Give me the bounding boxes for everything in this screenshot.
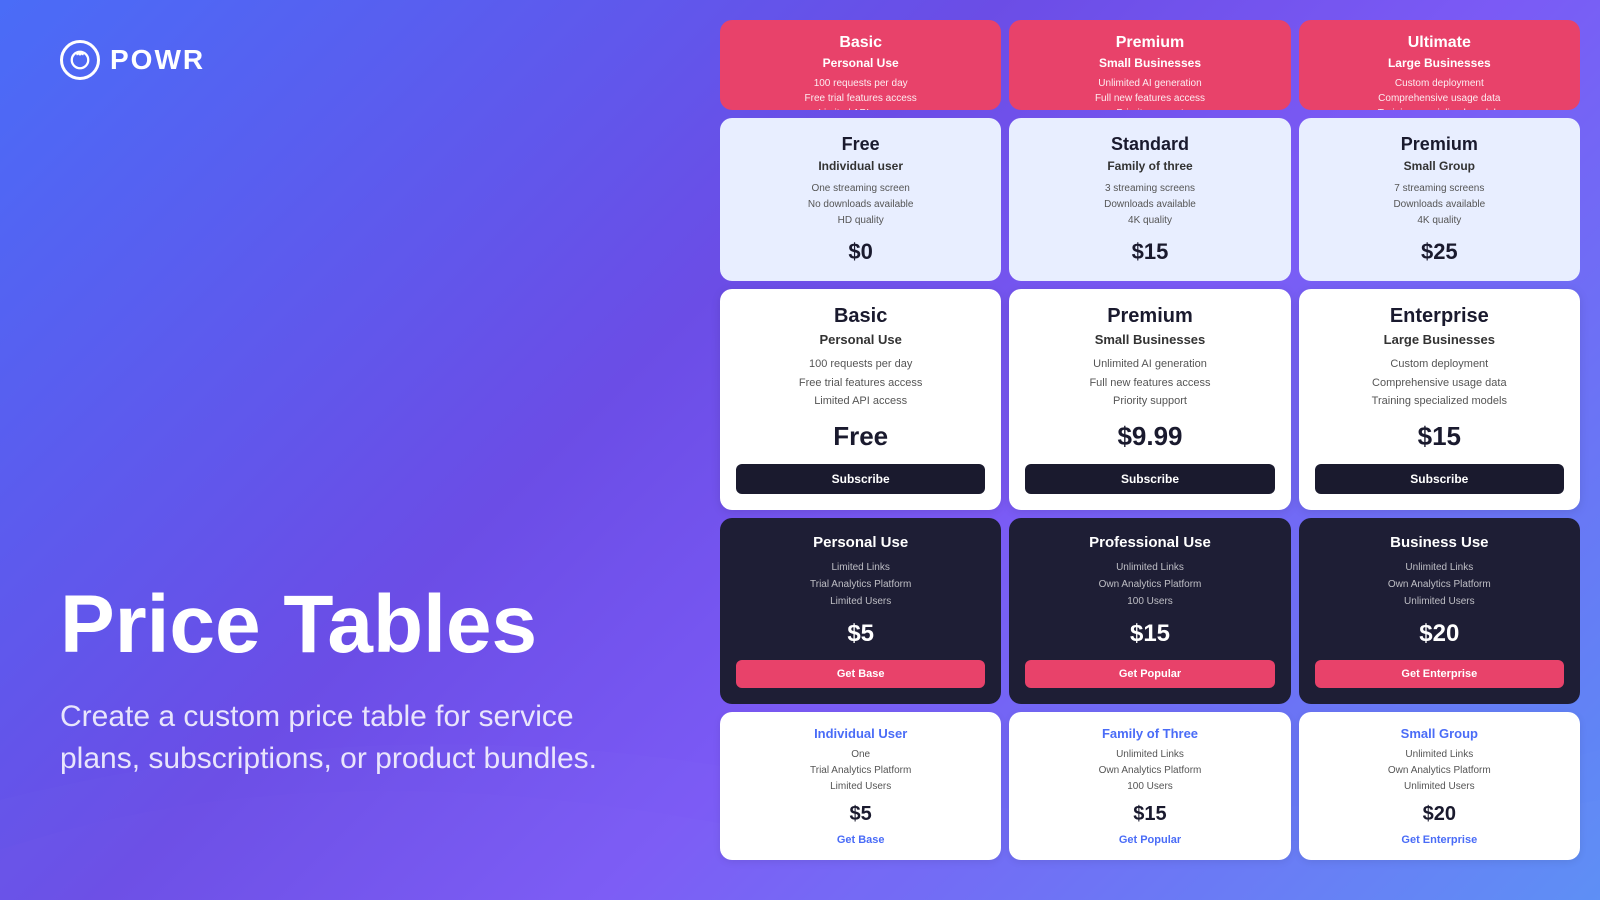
row-5-bottom: Individual User OneTrial Analytics Platf… xyxy=(720,712,1580,860)
card-ultimate-pink: Ultimate Large Businesses Custom deploym… xyxy=(1299,20,1580,110)
subscribe-premium-button[interactable]: Subscribe xyxy=(1025,464,1274,494)
logo: POWR xyxy=(60,40,740,80)
plan-name-basic-pink: Basic xyxy=(734,34,987,52)
plan-name-premium-light: Premium xyxy=(1315,134,1564,155)
plan-type-premium-light: Small Group xyxy=(1315,159,1564,173)
plan-features-premium-pink: Unlimited AI generationFull new features… xyxy=(1023,76,1276,110)
plan-price-free: $0 xyxy=(736,239,985,265)
right-panel: Basic Personal Use 100 requests per dayF… xyxy=(700,0,1600,900)
get-popular-button[interactable]: Get Popular xyxy=(1025,660,1274,688)
plan-type-standard: Family of three xyxy=(1025,159,1274,173)
row-1-pink: Basic Personal Use 100 requests per dayF… xyxy=(720,20,1580,110)
subscribe-basic-button[interactable]: Subscribe xyxy=(736,464,985,494)
plan-features-free: One streaming screenNo downloads availab… xyxy=(736,181,985,229)
row-3-white: Basic Personal Use 100 requests per dayF… xyxy=(720,289,1580,510)
plan-name-free: Free xyxy=(736,134,985,155)
card-premium-pink: Premium Small Businesses Unlimited AI ge… xyxy=(1009,20,1290,110)
plan-price-premium-white: $9.99 xyxy=(1025,421,1274,452)
get-enterprise-button[interactable]: Get Enterprise xyxy=(1315,660,1564,688)
card-premium-white: Premium Small Businesses Unlimited AI ge… xyxy=(1009,289,1290,510)
plan-name-basic-white: Basic xyxy=(736,305,985,328)
plan-features-standard: 3 streaming screensDownloads available4K… xyxy=(1025,181,1274,229)
card-smallgroup-bottom: Small Group Unlimited LinksOwn Analytics… xyxy=(1299,712,1580,860)
card-premium-light: Premium Small Group 7 streaming screensD… xyxy=(1299,118,1580,281)
plan-type-ultimate-pink: Large Businesses xyxy=(1313,56,1566,70)
plan-name-family-bottom: Family of Three xyxy=(1023,726,1276,741)
plan-features-smallgroup-bottom: Unlimited LinksOwn Analytics PlatformUnl… xyxy=(1313,747,1566,795)
plan-type-basic-white: Personal Use xyxy=(736,332,985,347)
left-panel: POWR Price Tables Create a custom price … xyxy=(0,0,800,900)
card-family-bottom: Family of Three Unlimited LinksOwn Analy… xyxy=(1009,712,1290,860)
hero-content: Price Tables Create a custom price table… xyxy=(60,584,740,860)
card-professional-dark: Professional Use Unlimited LinksOwn Anal… xyxy=(1009,518,1290,704)
plan-features-basic-pink: 100 requests per dayFree trial features … xyxy=(734,76,987,110)
plan-features-personal-dark: Limited LinksTrial Analytics PlatformLim… xyxy=(736,559,985,610)
plan-price-family-bottom: $15 xyxy=(1023,803,1276,826)
plan-price-premium-light: $25 xyxy=(1315,239,1564,265)
row-4-dark: Personal Use Limited LinksTrial Analytic… xyxy=(720,518,1580,704)
plan-name-smallgroup-bottom: Small Group xyxy=(1313,726,1566,741)
plan-features-premium-white: Unlimited AI generationFull new features… xyxy=(1025,355,1274,411)
plan-name-standard: Standard xyxy=(1025,134,1274,155)
logo-text: POWR xyxy=(110,44,205,76)
card-business-dark: Business Use Unlimited LinksOwn Analytic… xyxy=(1299,518,1580,704)
plan-name-ultimate-pink: Ultimate xyxy=(1313,34,1566,52)
plan-type-free: Individual user xyxy=(736,159,985,173)
plan-type-premium-white: Small Businesses xyxy=(1025,332,1274,347)
plan-features-premium-light: 7 streaming screensDownloads available4K… xyxy=(1315,181,1564,229)
plan-features-individual-bottom: OneTrial Analytics PlatformLimited Users xyxy=(734,747,987,795)
plan-features-family-bottom: Unlimited LinksOwn Analytics Platform100… xyxy=(1023,747,1276,795)
plan-price-enterprise-white: $15 xyxy=(1315,421,1564,452)
card-individual-bottom: Individual User OneTrial Analytics Platf… xyxy=(720,712,1001,860)
plan-price-individual-bottom: $5 xyxy=(734,803,987,826)
plan-cta-family-bottom: Get Popular xyxy=(1023,834,1276,846)
plan-price-standard: $15 xyxy=(1025,239,1274,265)
plan-features-basic-white: 100 requests per dayFree trial features … xyxy=(736,355,985,411)
card-basic-pink: Basic Personal Use 100 requests per dayF… xyxy=(720,20,1001,110)
subscribe-enterprise-button[interactable]: Subscribe xyxy=(1315,464,1564,494)
plan-features-business-dark: Unlimited LinksOwn Analytics PlatformUnl… xyxy=(1315,559,1564,610)
plan-price-personal-dark: $5 xyxy=(736,620,985,648)
plan-features-professional-dark: Unlimited LinksOwn Analytics Platform100… xyxy=(1025,559,1274,610)
plan-type-premium-pink: Small Businesses xyxy=(1023,56,1276,70)
row-2-light: Free Individual user One streaming scree… xyxy=(720,118,1580,281)
logo-icon xyxy=(60,40,100,80)
plan-cta-smallgroup-bottom: Get Enterprise xyxy=(1313,834,1566,846)
plan-features-enterprise-white: Custom deploymentComprehensive usage dat… xyxy=(1315,355,1564,411)
page-title: Price Tables xyxy=(60,584,740,666)
hero-description: Create a custom price table for service … xyxy=(60,696,640,780)
plan-name-premium-pink: Premium xyxy=(1023,34,1276,52)
plan-name-business-dark: Business Use xyxy=(1315,534,1564,551)
plan-name-premium-white: Premium xyxy=(1025,305,1274,328)
plan-type-enterprise-white: Large Businesses xyxy=(1315,332,1564,347)
card-personal-dark: Personal Use Limited LinksTrial Analytic… xyxy=(720,518,1001,704)
tables-container: Basic Personal Use 100 requests per dayF… xyxy=(720,20,1580,860)
plan-name-individual-bottom: Individual User xyxy=(734,726,987,741)
plan-name-professional-dark: Professional Use xyxy=(1025,534,1274,551)
card-enterprise-white: Enterprise Large Businesses Custom deplo… xyxy=(1299,289,1580,510)
plan-price-basic-white: Free xyxy=(736,421,985,452)
plan-name-personal-dark: Personal Use xyxy=(736,534,985,551)
plan-name-enterprise-white: Enterprise xyxy=(1315,305,1564,328)
plan-price-professional-dark: $15 xyxy=(1025,620,1274,648)
card-standard-light: Standard Family of three 3 streaming scr… xyxy=(1009,118,1290,281)
get-base-button[interactable]: Get Base xyxy=(736,660,985,688)
card-basic-white: Basic Personal Use 100 requests per dayF… xyxy=(720,289,1001,510)
plan-cta-individual-bottom: Get Base xyxy=(734,834,987,846)
plan-features-ultimate-pink: Custom deploymentComprehensive usage dat… xyxy=(1313,76,1566,110)
plan-price-business-dark: $20 xyxy=(1315,620,1564,648)
plan-price-smallgroup-bottom: $20 xyxy=(1313,803,1566,826)
card-free-light: Free Individual user One streaming scree… xyxy=(720,118,1001,281)
plan-type-basic-pink: Personal Use xyxy=(734,56,987,70)
